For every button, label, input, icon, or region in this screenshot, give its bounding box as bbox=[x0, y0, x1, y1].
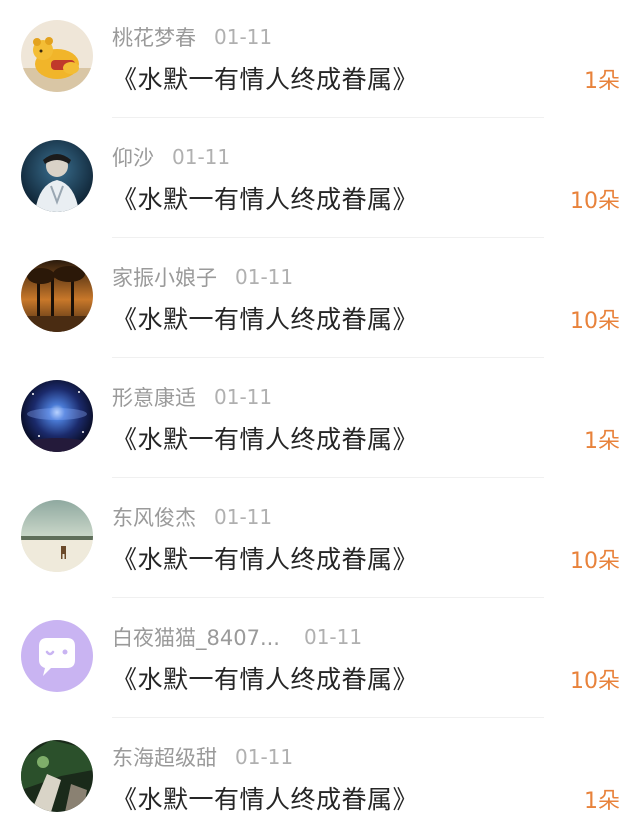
user-name[interactable]: 形意康适 bbox=[112, 382, 196, 412]
divider bbox=[112, 357, 544, 358]
avatar[interactable] bbox=[21, 620, 93, 692]
gift-date: 01-11 bbox=[303, 625, 363, 649]
user-name[interactable]: 东海超级甜 bbox=[112, 742, 217, 772]
book-title: 《水默一有情人终成眷属》 bbox=[112, 665, 419, 694]
item-meta: 仰沙 01-11 bbox=[112, 142, 230, 172]
gift-date: 01-11 bbox=[214, 385, 273, 409]
book-title: 《水默一有情人终成眷属》 bbox=[112, 425, 419, 454]
gift-list: 桃花梦春 01-11 《水默一有情人终成眷属》 1朵 仰沙 01-11 《水默一… bbox=[0, 0, 640, 839]
item-meta: 桃花梦春 01-11 bbox=[112, 22, 272, 52]
divider bbox=[112, 477, 544, 478]
sunset-trees-avatar bbox=[21, 260, 93, 332]
avatar[interactable] bbox=[21, 20, 93, 92]
avatar[interactable] bbox=[21, 500, 93, 572]
user-name[interactable]: 桃花梦春 bbox=[112, 22, 196, 52]
book-title: 《水默一有情人终成眷属》 bbox=[112, 185, 419, 214]
divider bbox=[112, 237, 544, 238]
default-chat-avatar bbox=[21, 620, 93, 692]
divider bbox=[112, 117, 544, 118]
item-meta: 东海超级甜 01-11 bbox=[112, 742, 293, 772]
flower-count: 10朵 bbox=[570, 669, 620, 694]
pooh-bear-avatar bbox=[21, 20, 93, 92]
list-item[interactable]: 东风俊杰 01-11 《水默一有情人终成眷属》 10朵 bbox=[0, 480, 640, 600]
book-title: 《水默一有情人终成眷属》 bbox=[112, 545, 419, 574]
book-title: 《水默一有情人终成眷属》 bbox=[112, 305, 419, 334]
avatar[interactable] bbox=[21, 740, 93, 812]
flower-count: 10朵 bbox=[570, 189, 620, 214]
item-meta: 家振小娘子 01-11 bbox=[112, 262, 293, 292]
flower-count: 1朵 bbox=[584, 789, 620, 814]
book-title: 《水默一有情人终成眷属》 bbox=[112, 65, 419, 94]
gift-date: 01-11 bbox=[214, 25, 273, 49]
gift-date: 01-11 bbox=[172, 145, 231, 169]
portrait-avatar bbox=[21, 140, 93, 212]
user-name[interactable]: 仰沙 bbox=[112, 142, 154, 172]
list-item[interactable]: 桃花梦春 01-11 《水默一有情人终成眷属》 1朵 bbox=[0, 0, 640, 120]
gift-date: 01-11 bbox=[235, 265, 294, 289]
list-item[interactable]: 形意康适 01-11 《水默一有情人终成眷属》 1朵 bbox=[0, 360, 640, 480]
book-title: 《水默一有情人终成眷属》 bbox=[112, 785, 419, 814]
list-item[interactable]: 仰沙 01-11 《水默一有情人终成眷属》 10朵 bbox=[0, 120, 640, 240]
divider bbox=[112, 597, 544, 598]
user-name[interactable]: 白夜猫猫_8407... bbox=[112, 622, 280, 652]
dark-green-avatar bbox=[21, 740, 93, 812]
flower-count: 1朵 bbox=[584, 429, 620, 454]
divider bbox=[112, 717, 544, 718]
item-meta: 东风俊杰 01-11 bbox=[112, 502, 272, 532]
flower-count: 10朵 bbox=[570, 309, 620, 334]
avatar[interactable] bbox=[21, 380, 93, 452]
gift-date: 01-11 bbox=[235, 745, 294, 769]
item-meta: 形意康适 01-11 bbox=[112, 382, 272, 412]
flower-count: 10朵 bbox=[570, 549, 620, 574]
galaxy-avatar bbox=[21, 380, 93, 452]
user-name[interactable]: 家振小娘子 bbox=[112, 262, 217, 292]
avatar[interactable] bbox=[21, 140, 93, 212]
flower-count: 1朵 bbox=[584, 69, 620, 94]
user-name[interactable]: 东风俊杰 bbox=[112, 502, 196, 532]
list-item[interactable]: 白夜猫猫_8407... 01-11 《水默一有情人终成眷属》 10朵 bbox=[0, 600, 640, 720]
list-item[interactable]: 东海超级甜 01-11 《水默一有情人终成眷属》 1朵 bbox=[0, 720, 640, 840]
list-item[interactable]: 家振小娘子 01-11 《水默一有情人终成眷属》 10朵 bbox=[0, 240, 640, 360]
snowy-field-avatar bbox=[21, 500, 93, 572]
gift-date: 01-11 bbox=[214, 505, 273, 529]
avatar[interactable] bbox=[21, 260, 93, 332]
item-meta: 白夜猫猫_8407... 01-11 bbox=[112, 622, 362, 652]
